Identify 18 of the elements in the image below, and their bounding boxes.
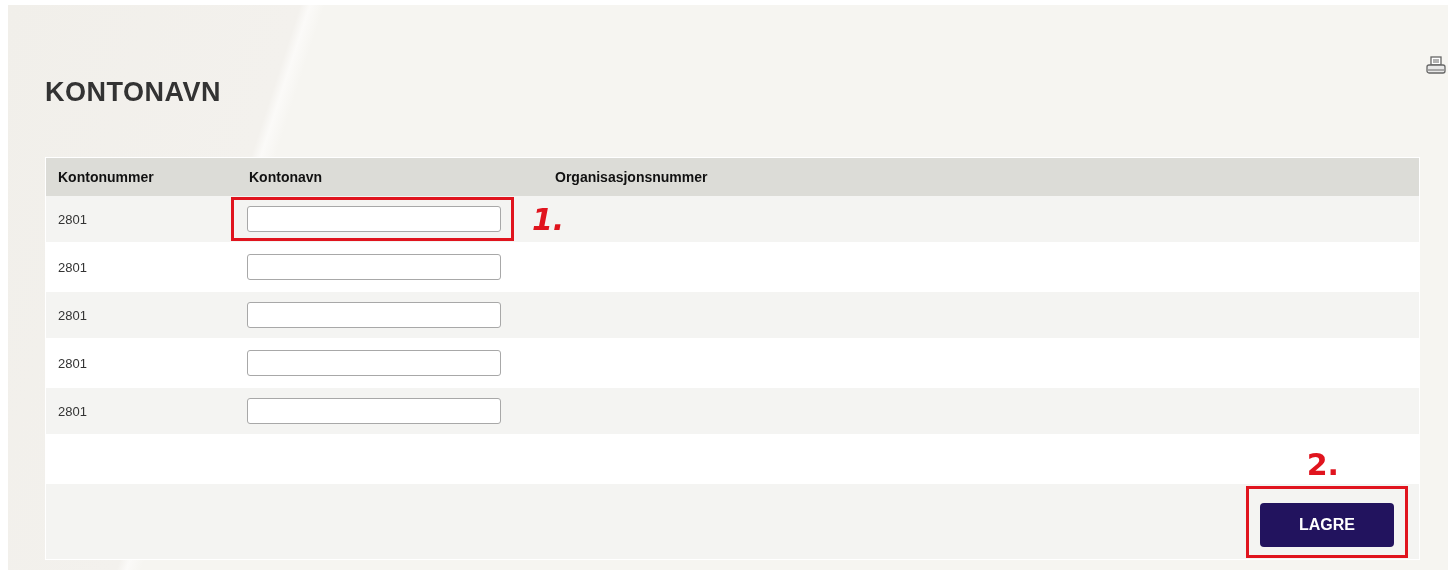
input-field[interactable] <box>247 302 501 328</box>
column-header: Kontonavn <box>248 169 324 185</box>
input-field[interactable] <box>247 254 501 280</box>
input-field[interactable] <box>247 206 501 232</box>
input-field[interactable] <box>247 398 501 424</box>
page-title: KONTONAVN <box>45 77 221 108</box>
input-field[interactable] <box>247 350 501 376</box>
save-button[interactable]: LAGRE <box>1260 502 1394 547</box>
print-icon[interactable] <box>1425 55 1447 77</box>
table-cell-text: 2801 <box>57 307 88 323</box>
table-cell-text: 2801 <box>57 403 88 419</box>
column-header: Kontonummer <box>57 169 155 185</box>
table-cell-text: 2801 <box>57 259 88 275</box>
table-cell-text: 2801 <box>57 211 88 227</box>
step-label: 2. <box>1306 450 1339 480</box>
column-header: Organisasjonsnummer <box>554 169 709 185</box>
table-cell-text: 2801 <box>57 355 88 371</box>
step-label: 1. <box>532 201 565 237</box>
